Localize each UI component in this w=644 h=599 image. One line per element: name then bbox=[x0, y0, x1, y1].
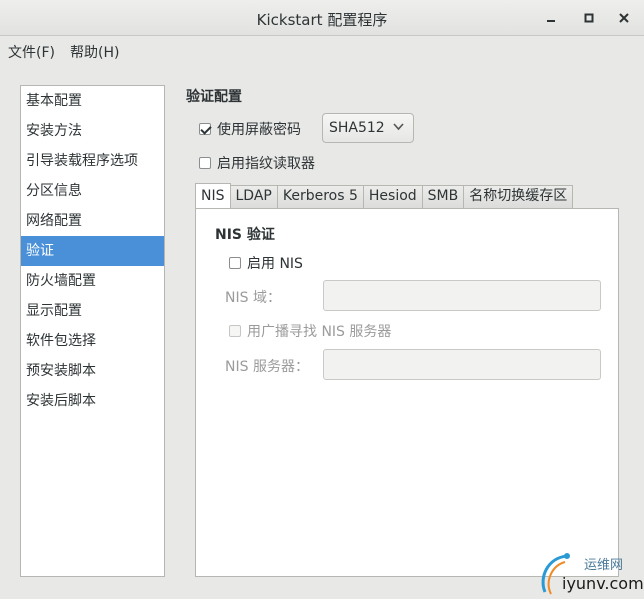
tab-ldap[interactable]: LDAP bbox=[229, 185, 278, 208]
nis-broadcast-label: 用广播寻找 NIS 服务器 bbox=[247, 324, 392, 340]
menu-file[interactable]: 文件(F) bbox=[1, 42, 62, 62]
nis-server-input[interactable] bbox=[323, 349, 601, 380]
hash-algorithm-combo[interactable]: SHA512 bbox=[322, 113, 414, 143]
nis-server-label: NIS 服务器： bbox=[225, 359, 309, 375]
tab-name-switch-cache[interactable]: 名称切换缓存区 bbox=[463, 185, 574, 208]
shadow-password-checkbox[interactable] bbox=[199, 123, 211, 135]
fingerprint-label: 启用指纹读取器 bbox=[217, 156, 315, 172]
chevron-down-icon bbox=[393, 121, 404, 135]
nis-enable-checkbox[interactable] bbox=[229, 257, 241, 269]
nis-broadcast-checkbox[interactable] bbox=[229, 325, 241, 337]
sidebar-item-packages[interactable]: 软件包选择 bbox=[21, 326, 164, 356]
sidebar-item-display[interactable]: 显示配置 bbox=[21, 296, 164, 326]
tab-smb[interactable]: SMB bbox=[421, 185, 465, 208]
menu-bar: 文件(F) 帮助(H) bbox=[0, 36, 644, 68]
sidebar-item-bootloader[interactable]: 引导装载程序选项 bbox=[21, 146, 164, 176]
shadow-password-label: 使用屏蔽密码 bbox=[217, 122, 301, 138]
sidebar-item-firewall[interactable]: 防火墙配置 bbox=[21, 266, 164, 296]
nis-enable-label: 启用 NIS bbox=[247, 256, 303, 272]
nis-domain-label: NIS 域： bbox=[225, 290, 281, 306]
hash-algorithm-value: SHA512 bbox=[329, 120, 385, 136]
tab-kerberos[interactable]: Kerberos 5 bbox=[276, 185, 364, 208]
sidebar-item-pre-script[interactable]: 预安装脚本 bbox=[21, 356, 164, 386]
watermark-text-cn: 运维网 bbox=[584, 558, 624, 573]
maximize-icon[interactable] bbox=[579, 8, 599, 28]
nis-broadcast-row: 用广播寻找 NIS 服务器 bbox=[229, 321, 391, 341]
sidebar-item-install-method[interactable]: 安装方法 bbox=[21, 116, 164, 146]
sidebar-item-post-script[interactable]: 安装后脚本 bbox=[21, 386, 164, 416]
watermark-text-url: iyunv.com bbox=[562, 574, 644, 593]
auth-tabs: NIS LDAP Kerberos 5 Hesiod SMB 名称切换缓存区 bbox=[195, 183, 574, 208]
tab-hesiod[interactable]: Hesiod bbox=[362, 185, 423, 208]
title-bar: Kickstart 配置程序 bbox=[0, 0, 644, 36]
nis-title: NIS 验证 bbox=[215, 227, 275, 243]
nis-domain-input[interactable] bbox=[323, 280, 601, 311]
nis-enable-row: 启用 NIS bbox=[229, 253, 303, 273]
minimize-icon[interactable] bbox=[541, 8, 561, 28]
close-icon[interactable] bbox=[614, 8, 634, 28]
section-title: 验证配置 bbox=[186, 89, 242, 105]
fingerprint-row: 启用指纹读取器 bbox=[199, 153, 315, 173]
shadow-password-row: 使用屏蔽密码 bbox=[199, 119, 301, 139]
fingerprint-checkbox[interactable] bbox=[199, 157, 211, 169]
sidebar-item-partition[interactable]: 分区信息 bbox=[21, 176, 164, 206]
sidebar-item-auth[interactable]: 验证 bbox=[21, 236, 164, 266]
sidebar: 基本配置 安装方法 引导装载程序选项 分区信息 网络配置 验证 防火墙配置 显示… bbox=[20, 85, 165, 577]
sidebar-item-network[interactable]: 网络配置 bbox=[21, 206, 164, 236]
sidebar-item-basic[interactable]: 基本配置 bbox=[21, 86, 164, 116]
menu-help[interactable]: 帮助(H) bbox=[63, 42, 126, 62]
tab-nis[interactable]: NIS bbox=[195, 183, 231, 208]
